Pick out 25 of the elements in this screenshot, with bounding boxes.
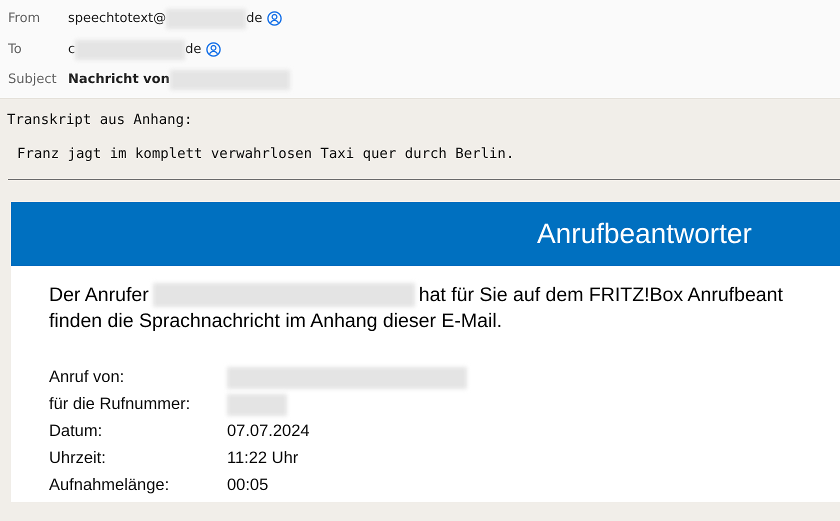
detail-value: 07.07.2024 xyxy=(227,422,310,441)
transcript-text: Franz jagt im komplett verwahrlosen Taxi quer durch Berlin. xyxy=(17,146,514,162)
subject-text: Nachricht von xyxy=(68,72,170,87)
redaction-mark xyxy=(227,394,287,416)
field-label: From xyxy=(7,11,42,26)
detail-label: Uhrzeit: xyxy=(49,449,107,468)
email-address: c xyxy=(68,42,76,57)
detail-label: Anruf von: xyxy=(49,368,126,387)
email-address: de xyxy=(246,11,262,26)
email-address: speechtotext@ xyxy=(68,11,166,26)
detail-label: Aufnahmelänge: xyxy=(49,476,170,495)
message-text: hat für Sie auf dem FRITZ!Box Anrufbeant xyxy=(418,284,783,306)
detail-value: 00:05 xyxy=(227,476,268,495)
field-label: To xyxy=(7,42,23,57)
email-address: de xyxy=(185,42,202,57)
message-text: Der Anrufer xyxy=(49,284,149,306)
field-label: Subject xyxy=(7,72,58,87)
contact-icon[interactable] xyxy=(206,42,222,57)
message-text: finden die Sprachnachricht im Anhang dieser E-Mail. xyxy=(49,310,502,332)
card-title: Anrufbeantworter xyxy=(537,218,752,250)
transcript-heading: Transkript aus Anhang: xyxy=(7,112,192,128)
detail-value: 11:22 Uhr xyxy=(227,449,298,468)
detail-label: für die Rufnummer: xyxy=(49,395,192,414)
contact-icon[interactable] xyxy=(267,11,282,26)
detail-label: Datum: xyxy=(49,422,104,441)
